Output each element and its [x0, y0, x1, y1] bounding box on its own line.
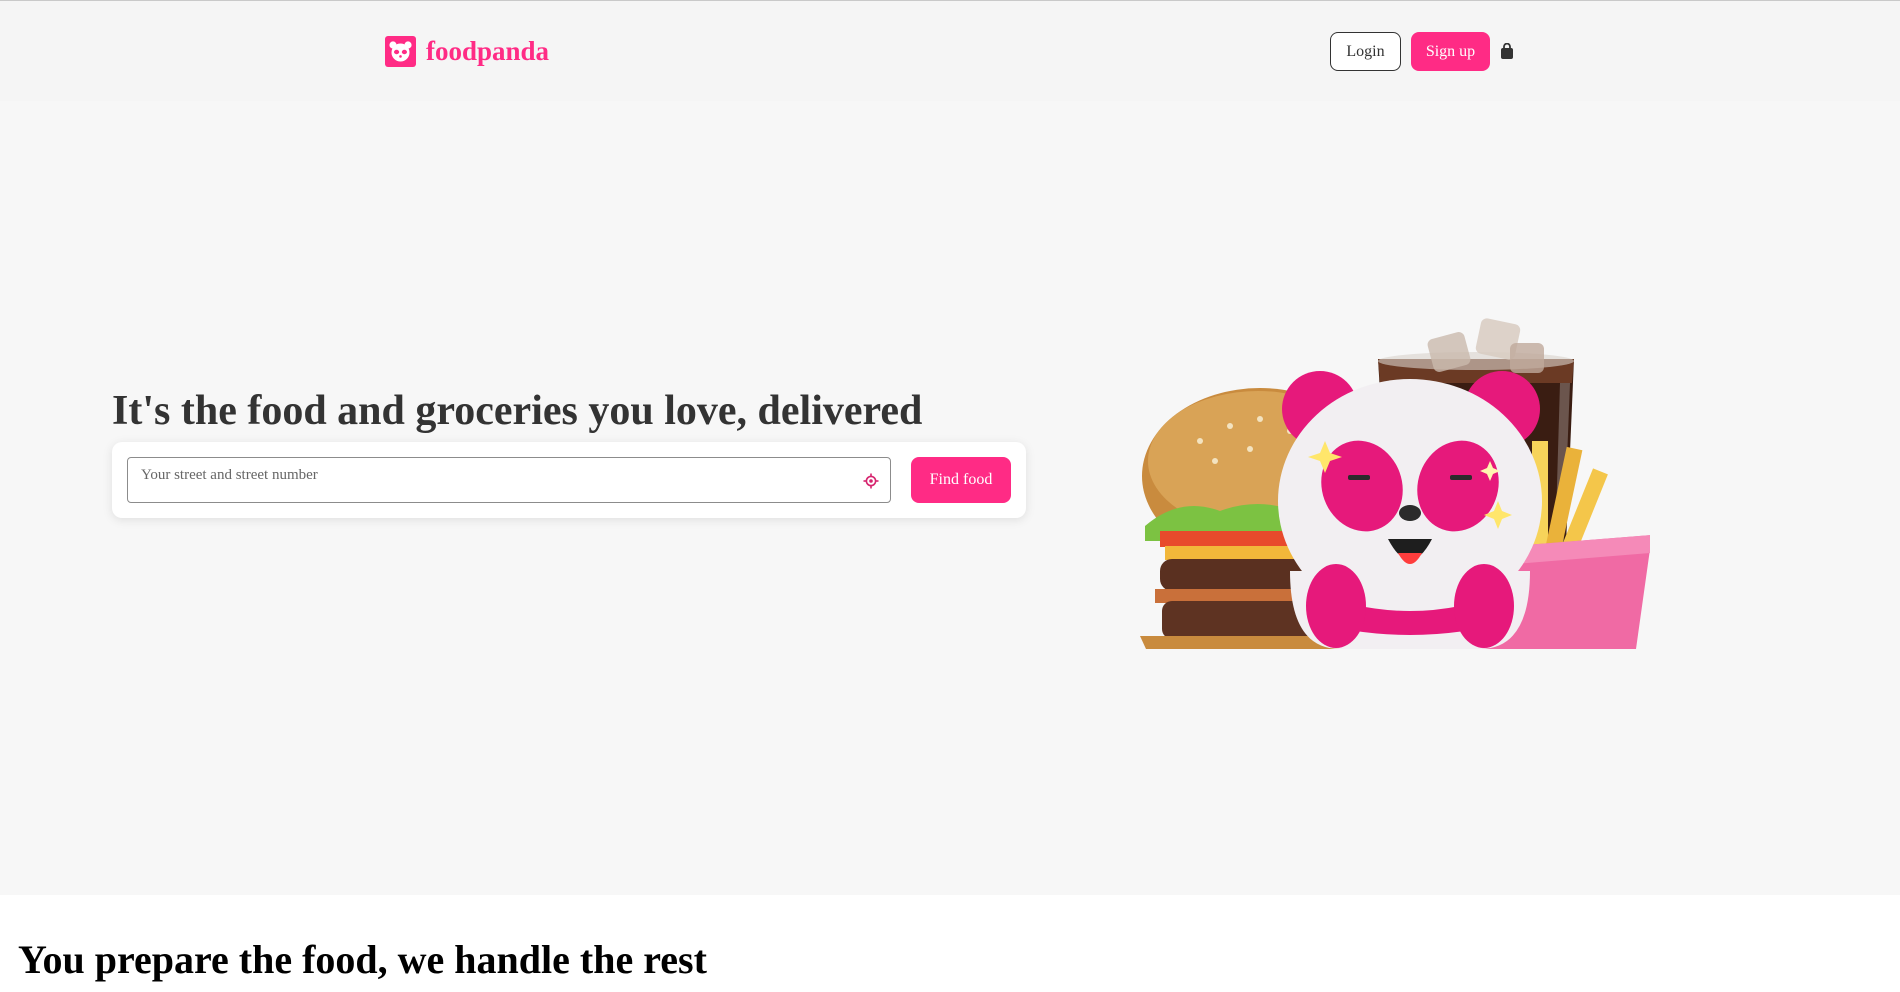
find-food-button[interactable]: Find food [911, 457, 1011, 503]
shopping-bag-icon[interactable] [1499, 42, 1515, 60]
login-button[interactable]: Login [1330, 32, 1401, 71]
brand-logo[interactable]: foodpanda [385, 35, 549, 67]
address-input[interactable] [127, 457, 891, 503]
hero-title: It's the food and groceries you love, de… [112, 388, 923, 434]
section-title: You prepare the food, we handle the rest [18, 937, 707, 982]
panda-mascot [1278, 371, 1542, 649]
panda-food-illustration [1140, 291, 1652, 649]
address-search-card: Find food [112, 442, 1026, 518]
crosshair-locate-icon[interactable] [863, 473, 879, 489]
brand-name: foodpanda [426, 35, 550, 66]
hero-section: It's the food and groceries you love, de… [0, 101, 1900, 895]
site-header: foodpanda Login Sign up [0, 1, 1900, 101]
signup-button[interactable]: Sign up [1411, 32, 1490, 71]
panda-logo-icon [385, 35, 416, 67]
